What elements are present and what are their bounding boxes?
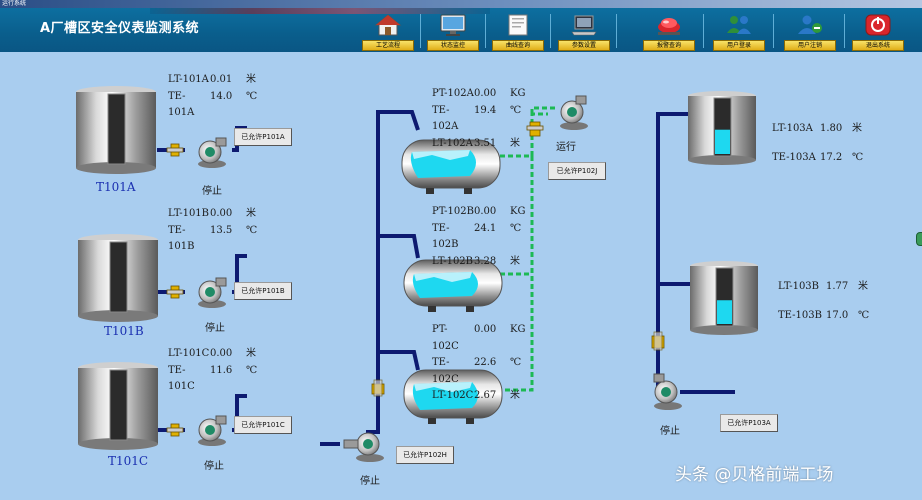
tank-name-t101a: T101A — [96, 180, 136, 194]
reading-102a: PT-102A 0.00 KG TE-102A 19.4 ℃ LT-102A 3.51 米 — [432, 88, 526, 149]
tank-t103a — [688, 91, 756, 165]
tank-t101a — [76, 86, 156, 174]
tool-process-button[interactable]: 工艺流程 — [362, 11, 414, 51]
reading-t101a: LT-101A 0.01 米 TE-101A 14.0 ℃ — [168, 74, 258, 118]
toolbar-divider — [550, 14, 551, 48]
tank-t101b — [78, 234, 158, 322]
reading-t101c: LT-101C 0.00 米 TE-101C 11.6 ℃ — [168, 348, 258, 392]
app-header: A厂槽区安全仪表监测系统 工艺流程 状态监控 曲线查询 参数设置 报警查询 用户… — [0, 8, 922, 52]
pump-status-p103a: 停止 — [660, 426, 680, 437]
permit-button-p101c[interactable]: 已允许P101C — [234, 416, 292, 434]
pump-p101c — [198, 415, 227, 446]
toolbar-divider — [616, 14, 617, 48]
tool-curve-label: 曲线查询 — [492, 40, 544, 51]
window-caption: 运行系统 — [0, 0, 922, 8]
tool-logout-button[interactable]: 用户注销 — [784, 11, 836, 51]
monitor-icon — [440, 14, 466, 36]
tool-alarm-label: 报警查询 — [643, 40, 695, 51]
tool-params-button[interactable]: 参数设置 — [558, 11, 610, 51]
toolbar-divider — [485, 14, 486, 48]
level-fill-t103a — [715, 129, 730, 154]
pump-status-p102j: 运行 — [556, 142, 576, 153]
tool-alarm-button[interactable]: 报警查询 — [643, 11, 695, 51]
reading-t103a: LT-103A 1.80 米 TE-103A 17.2 ℃ — [772, 123, 864, 163]
tank-name-t101b: T101B — [104, 324, 144, 338]
reading-102c: PT-102C 0.00 KG TE-102C 22.6 ℃ LT-102C 2.67 米 — [432, 324, 526, 401]
laptop-icon — [571, 15, 597, 36]
side-handle[interactable] — [916, 232, 922, 246]
tool-status-label: 状态监控 — [427, 40, 479, 51]
tank-t103b — [690, 261, 758, 335]
users-icon — [727, 16, 751, 34]
toolbar-divider — [773, 14, 774, 48]
tool-status-button[interactable]: 状态监控 — [427, 11, 479, 51]
level-fill-t103b — [717, 300, 732, 324]
valve — [651, 331, 665, 351]
power-icon — [865, 14, 891, 36]
pump-status-p101a: 停止 — [202, 186, 222, 197]
reading-t101b: LT-101B 0.00 米 TE-101B 13.5 ℃ — [168, 208, 258, 252]
page-title: A厂槽区安全仪表监测系统 — [40, 21, 200, 36]
pump-status-p101b: 停止 — [205, 323, 225, 334]
pump-p102h — [343, 432, 384, 462]
permit-button-p101b[interactable]: 已允许P101B — [234, 282, 292, 300]
watermark: 头条 @贝格前端工场 — [675, 465, 834, 485]
permit-button-p101a[interactable]: 已允许P101A — [234, 128, 292, 146]
toolbar-divider — [703, 14, 704, 48]
tool-params-label: 参数设置 — [558, 40, 610, 51]
tool-process-label: 工艺流程 — [362, 40, 414, 51]
tool-curve-button[interactable]: 曲线查询 — [492, 11, 544, 51]
permit-button-p102j[interactable]: 已允许P102J — [548, 162, 606, 180]
permit-button-p102h[interactable]: 已允许P102H — [396, 446, 454, 464]
pump-status-p101c: 停止 — [204, 461, 224, 472]
process-diagram: LT-101A 0.01 米 TE-101A 14.0 ℃ T101A 停止 已允许P1… — [0, 52, 922, 500]
toolbar-divider — [844, 14, 845, 48]
siren-icon — [658, 18, 680, 35]
house-icon — [374, 14, 402, 36]
tool-exit-label: 退出系统 — [852, 40, 904, 51]
reading-102b: PT-102B 0.00 KG TE-102B 24.1 ℃ LT-102B 3.28 米 — [432, 206, 526, 267]
pump-p101b — [198, 277, 227, 308]
pump-p101a — [198, 137, 227, 168]
user-logout-icon — [798, 15, 822, 34]
document-icon — [508, 14, 528, 36]
pump-p102j — [560, 95, 588, 130]
pump-status-p102h: 停止 — [360, 476, 380, 487]
tank-t101c — [78, 362, 158, 450]
reading-t103b: LT-103B 1.77 米 TE-103B 17.0 ℃ — [778, 281, 870, 321]
tool-login-label: 用户登录 — [713, 40, 765, 51]
tool-logout-label: 用户注销 — [784, 40, 836, 51]
toolbar-divider — [420, 14, 421, 48]
tank-name-t101c: T101C — [108, 454, 149, 468]
permit-button-p103a[interactable]: 已允许P103A — [720, 414, 778, 432]
tool-login-button[interactable]: 用户登录 — [713, 11, 765, 51]
pump-p103a — [653, 373, 682, 410]
tool-exit-button[interactable]: 退出系统 — [852, 11, 904, 51]
